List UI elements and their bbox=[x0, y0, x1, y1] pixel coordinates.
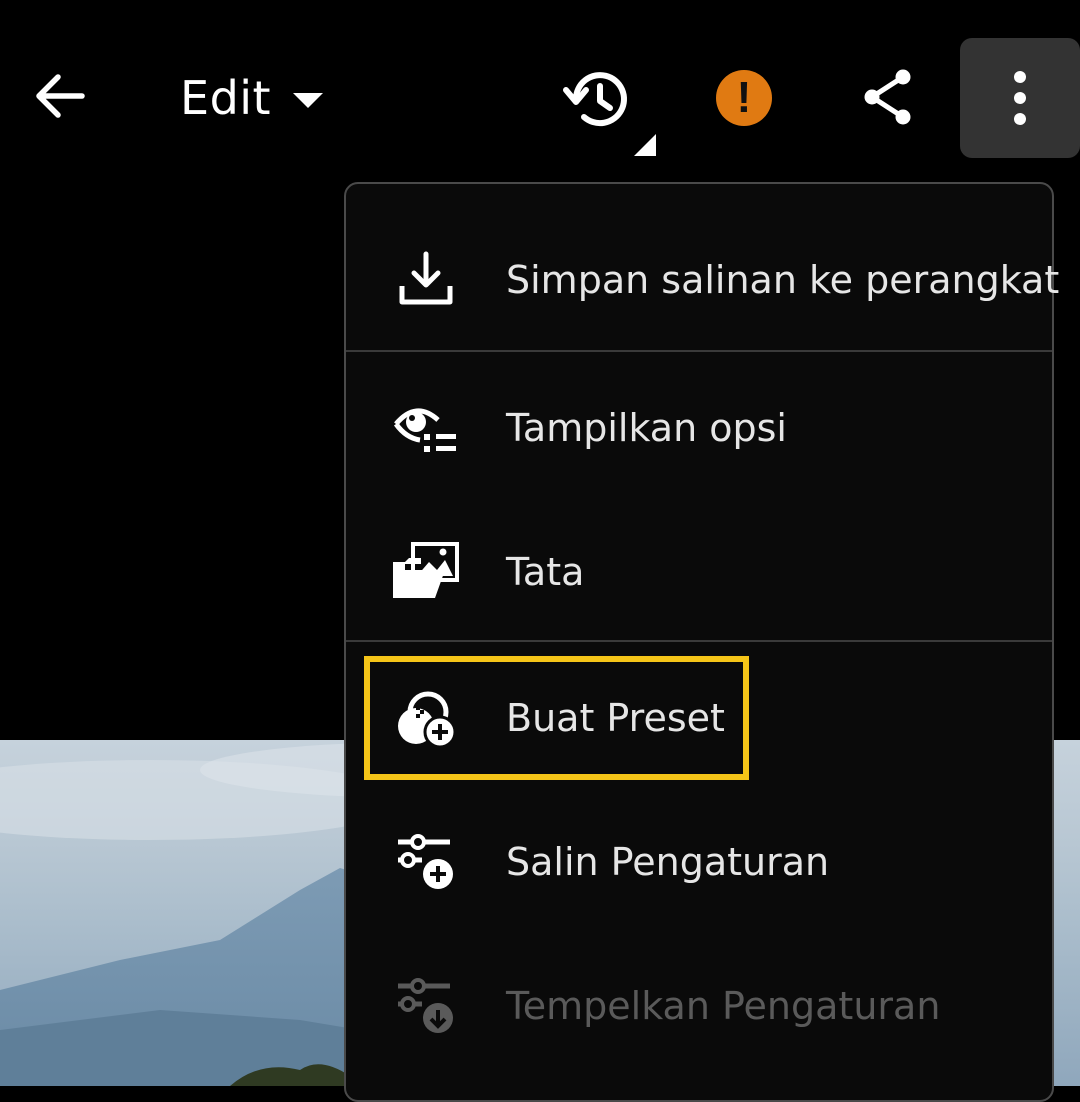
back-button[interactable] bbox=[30, 66, 90, 126]
menu-item-view-options[interactable]: Tampilkan opsi bbox=[346, 356, 1052, 500]
alert-icon: ! bbox=[736, 73, 752, 122]
share-icon bbox=[864, 69, 911, 125]
menu-item-copy-settings[interactable]: Salin Pengaturan bbox=[346, 790, 1052, 934]
menu-item-paste-settings[interactable]: Tempelkan Pengaturan bbox=[346, 934, 1052, 1078]
menu-item-label: Salin Pengaturan bbox=[506, 840, 830, 884]
menu-item-save-copy[interactable]: Simpan salinan ke perangkat bbox=[346, 208, 1059, 352]
menu-item-label: Tampilkan opsi bbox=[506, 406, 787, 450]
copy-settings-icon bbox=[390, 826, 462, 898]
edit-mode-label: Edit bbox=[180, 71, 272, 125]
menu-item-label: Tempelkan Pengaturan bbox=[506, 984, 941, 1028]
share-button[interactable] bbox=[862, 68, 914, 126]
history-expand-indicator bbox=[634, 134, 656, 156]
menu-item-label: Simpan salinan ke perangkat bbox=[506, 258, 1060, 302]
top-app-bar: Edit ! bbox=[0, 0, 1080, 190]
caret-down-icon bbox=[293, 92, 324, 108]
download-icon bbox=[390, 244, 462, 316]
menu-divider bbox=[346, 640, 1052, 642]
paste-settings-icon bbox=[390, 970, 462, 1042]
edit-mode-dropdown[interactable]: Edit bbox=[180, 66, 324, 130]
alert-button[interactable]: ! bbox=[716, 70, 772, 126]
history-button[interactable] bbox=[562, 66, 634, 132]
more-vertical-icon-dot bbox=[1014, 113, 1026, 125]
more-options-button[interactable] bbox=[960, 38, 1080, 158]
more-vertical-icon-dot bbox=[1014, 92, 1026, 104]
more-options-menu: Simpan salinan ke perangkat Tampilkan op… bbox=[344, 182, 1059, 1102]
back-arrow-icon bbox=[36, 74, 85, 118]
highlight-annotation bbox=[364, 656, 749, 780]
menu-item-organize[interactable]: Tata bbox=[346, 500, 1052, 644]
more-vertical-icon bbox=[1014, 71, 1026, 83]
view-options-icon bbox=[390, 392, 462, 464]
menu-divider bbox=[346, 350, 1052, 352]
organize-folder-icon bbox=[390, 536, 462, 608]
menu-item-label: Tata bbox=[506, 550, 585, 594]
history-icon bbox=[563, 72, 627, 127]
